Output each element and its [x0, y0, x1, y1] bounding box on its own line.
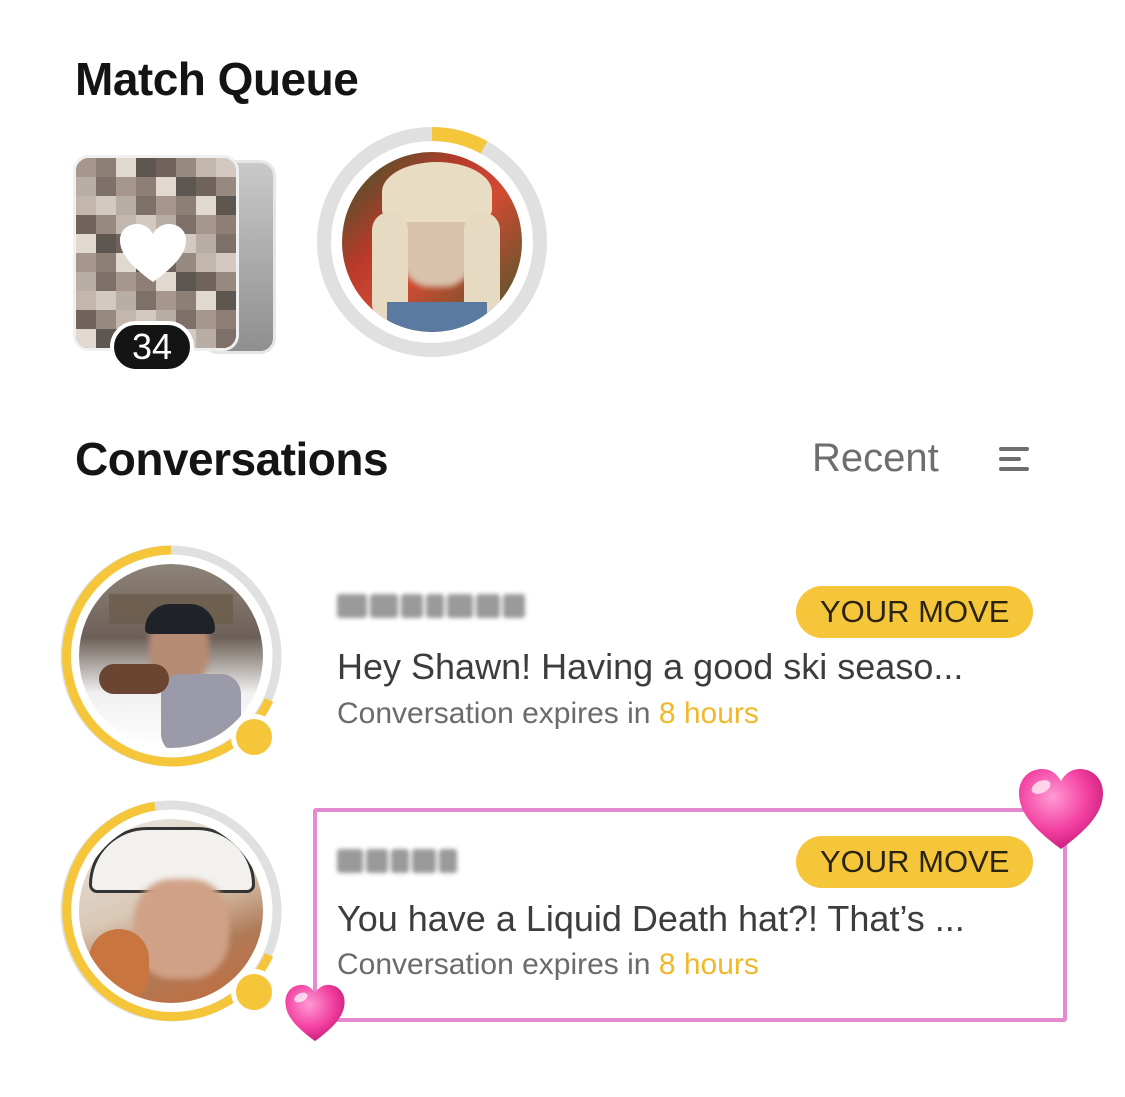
- mosaic-cell: [76, 253, 96, 272]
- expiry-text: Conversation expires in 8 hours: [337, 697, 759, 731]
- sort-label[interactable]: Recent: [812, 436, 939, 481]
- expiry-time: 8 hours: [658, 948, 759, 981]
- mosaic-cell: [116, 158, 136, 177]
- mosaic-cell: [156, 177, 176, 196]
- mosaic-cell: [156, 291, 176, 310]
- mosaic-cell: [96, 177, 116, 196]
- message-preview: You have a Liquid Death hat?! That’s ...: [337, 898, 965, 939]
- avatar-photo: [79, 819, 263, 1003]
- mosaic-cell: [216, 196, 236, 215]
- unread-dot: [231, 969, 277, 1015]
- your-move-badge: YOUR MOVE: [796, 586, 1034, 638]
- mosaic-cell: [116, 196, 136, 215]
- expiry-text: Conversation expires in 8 hours: [337, 948, 759, 982]
- mosaic-cell: [196, 177, 216, 196]
- mosaic-cell: [156, 196, 176, 215]
- mosaic-cell: [76, 215, 96, 234]
- mosaic-cell: [136, 291, 156, 310]
- match-count-badge: 34: [110, 321, 194, 373]
- mosaic-cell: [196, 215, 216, 234]
- expiry-time: 8 hours: [658, 697, 759, 730]
- mosaic-cell: [76, 196, 96, 215]
- mosaic-cell: [136, 177, 156, 196]
- pink-heart-icon: [1019, 769, 1103, 849]
- mosaic-cell: [216, 291, 236, 310]
- mosaic-cell: [196, 158, 216, 177]
- message-preview: Hey Shawn! Having a good ski seaso...: [337, 646, 964, 687]
- mosaic-cell: [76, 234, 96, 253]
- avatar-photo: [342, 152, 522, 332]
- conversation-name-blurred: [337, 588, 525, 624]
- mosaic-cell: [96, 253, 116, 272]
- mosaic-cell: [76, 310, 96, 329]
- mosaic-cell: [96, 291, 116, 310]
- mosaic-cell: [176, 291, 196, 310]
- mosaic-cell: [196, 196, 216, 215]
- mosaic-cell: [76, 272, 96, 291]
- mosaic-cell: [136, 158, 156, 177]
- mosaic-cell: [76, 177, 96, 196]
- mosaic-cell: [96, 310, 116, 329]
- mosaic-cell: [76, 158, 96, 177]
- mosaic-cell: [196, 329, 216, 348]
- conversations-title: Conversations: [75, 433, 389, 485]
- mosaic-cell: [96, 158, 116, 177]
- mosaic-cell: [116, 291, 136, 310]
- mosaic-cell: [96, 234, 116, 253]
- avatar-photo: [79, 564, 263, 748]
- mosaic-cell: [76, 291, 96, 310]
- heart-icon: [120, 224, 186, 282]
- mosaic-cell: [136, 196, 156, 215]
- expiry-prefix: Conversation expires in: [337, 948, 659, 981]
- match-queue-title: Match Queue: [75, 53, 359, 105]
- mosaic-cell: [196, 253, 216, 272]
- mosaic-cell: [216, 215, 236, 234]
- mosaic-cell: [176, 158, 196, 177]
- mosaic-cell: [196, 234, 216, 253]
- mosaic-cell: [76, 329, 96, 348]
- mosaic-cell: [96, 215, 116, 234]
- mosaic-cell: [216, 253, 236, 272]
- mosaic-cell: [196, 272, 216, 291]
- mosaic-cell: [96, 196, 116, 215]
- mosaic-cell: [196, 310, 216, 329]
- mosaic-cell: [196, 291, 216, 310]
- mosaic-cell: [116, 177, 136, 196]
- mosaic-cell: [156, 158, 176, 177]
- conversation-avatar[interactable]: [55, 540, 287, 772]
- mosaic-cell: [216, 272, 236, 291]
- mosaic-cell: [176, 177, 196, 196]
- conversation-name-blurred: [337, 843, 457, 879]
- mosaic-cell: [216, 329, 236, 348]
- pink-heart-icon: [285, 984, 345, 1042]
- mosaic-cell: [176, 196, 196, 215]
- conversation-avatar[interactable]: [55, 795, 287, 1027]
- unread-dot: [231, 714, 277, 760]
- mosaic-cell: [216, 310, 236, 329]
- mosaic-cell: [216, 234, 236, 253]
- sort-icon[interactable]: [997, 444, 1031, 474]
- expiry-prefix: Conversation expires in: [337, 697, 659, 730]
- mosaic-cell: [216, 158, 236, 177]
- mosaic-cell: [216, 177, 236, 196]
- your-move-badge: YOUR MOVE: [796, 836, 1034, 888]
- mosaic-cell: [96, 272, 116, 291]
- match-queue-avatar[interactable]: [316, 126, 548, 358]
